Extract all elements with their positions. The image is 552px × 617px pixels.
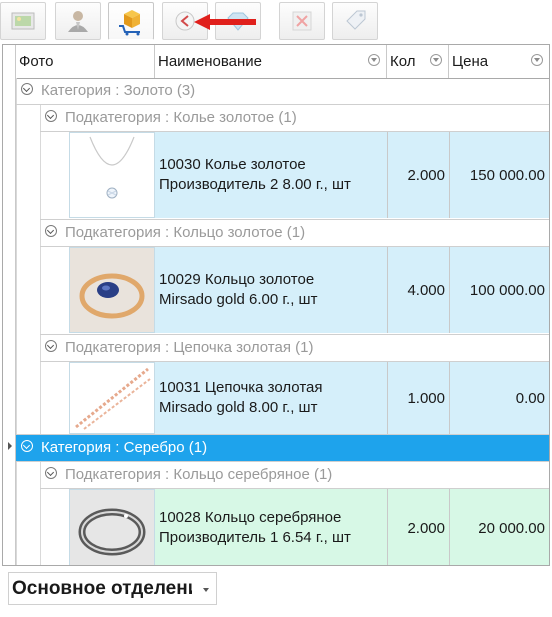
department-select[interactable]: Основное отделение [8, 572, 217, 605]
item-name-cell[interactable]: 10029 Кольцо золотое Mirsado gold 6.00 г… [155, 247, 387, 333]
item-price-cell[interactable]: 0.00 [449, 362, 549, 434]
column-qty-label: Кол [390, 53, 416, 70]
price-tag-button[interactable] [332, 2, 378, 40]
column-photo[interactable]: Фото [16, 45, 155, 78]
column-price-label: Цена [452, 53, 489, 70]
item-name-cell[interactable]: 10028 Кольцо серебряное Производитель 1 … [155, 489, 387, 565]
item-title: 10030 Колье золотое [159, 156, 306, 173]
chain-image [69, 362, 155, 434]
user-icon [68, 11, 88, 32]
collapse-icon[interactable] [45, 225, 57, 238]
subgroup-row[interactable]: Подкатегория : Кольцо серебряное (1) [45, 462, 332, 488]
grid-header: Фото Наименование Кол Цена [3, 45, 549, 79]
department-value: Основное отделение [12, 578, 192, 599]
delete-button[interactable] [279, 2, 325, 40]
item-name-cell[interactable]: 10030 Колье золотое Производитель 2 8.00… [155, 132, 387, 218]
header-indicator [3, 45, 16, 78]
subgroup-label: Подкатегория : Кольцо серебряное (1) [65, 466, 333, 483]
current-row-indicator-icon [8, 442, 12, 450]
item-qty: 2.000 [407, 519, 445, 537]
group-label: Категория : Серебро (1) [41, 439, 208, 456]
item-price-cell[interactable]: 150 000.00 [449, 132, 549, 218]
chevron-down-icon[interactable] [203, 588, 209, 592]
column-qty[interactable]: Кол [387, 45, 449, 78]
item-qty-cell[interactable]: 1.000 [387, 362, 449, 434]
group-label: Категория : Золото (3) [41, 82, 196, 99]
filter-icon[interactable] [531, 54, 543, 66]
item-details: Производитель 1 6.54 г., шт [159, 529, 351, 546]
subgroup-label: Подкатегория : Кольцо золотое (1) [65, 224, 306, 241]
item-qty-cell[interactable]: 4.000 [387, 247, 449, 333]
subgroup-label: Подкатегория : Колье золотое (1) [65, 109, 297, 126]
necklace-image [69, 132, 155, 218]
item-title: 10028 Кольцо серебряное [159, 509, 342, 526]
silver-ring-picture [70, 490, 154, 565]
item-qty-cell[interactable]: 2.000 [387, 489, 449, 565]
filter-icon[interactable] [430, 54, 442, 66]
item-price-cell[interactable]: 20 000.00 [449, 489, 549, 565]
delete-icon [292, 11, 312, 31]
group-row-gold[interactable]: Категория : Золото (3) [21, 78, 195, 104]
cart-box-button[interactable] [108, 2, 154, 40]
item-qty: 4.000 [407, 281, 445, 299]
item-qty: 1.000 [407, 389, 445, 407]
column-photo-label: Фото [19, 53, 54, 70]
gold-ring-picture [70, 248, 154, 332]
group-row-silver[interactable]: Категория : Серебро (1) [16, 435, 549, 461]
subgroup-row[interactable]: Подкатегория : Колье золотое (1) [45, 105, 297, 131]
subgroup-row[interactable]: Подкатегория : Цепочка золотая (1) [45, 335, 313, 361]
item-price: 0.00 [515, 389, 545, 407]
necklace-picture [89, 136, 135, 199]
gold-ring-image [69, 247, 155, 333]
column-name[interactable]: Наименование [155, 45, 387, 78]
item-name-cell[interactable]: 10031 Цепочка золотая Mirsado gold 8.00 … [155, 362, 387, 434]
cart-box-icon [119, 10, 140, 36]
item-title: 10031 Цепочка золотая [159, 379, 323, 396]
row-indicator-column [3, 78, 16, 565]
item-details: Mirsado gold 6.00 г., шт [159, 291, 318, 308]
item-qty-cell[interactable]: 2.000 [387, 132, 449, 218]
column-price[interactable]: Цена [449, 45, 549, 78]
collapse-icon[interactable] [45, 340, 57, 353]
image-button[interactable] [0, 2, 46, 40]
collapse-icon[interactable] [45, 467, 57, 480]
toolbar [0, 0, 552, 42]
item-qty: 2.000 [407, 166, 445, 184]
item-price-cell[interactable]: 100 000.00 [449, 247, 549, 333]
item-price: 150 000.00 [469, 166, 545, 184]
item-title: 10029 Кольцо золотое [159, 271, 315, 288]
item-price: 20 000.00 [478, 519, 545, 537]
silver-ring-image [69, 489, 155, 565]
collapse-icon[interactable] [45, 110, 57, 123]
collapse-icon[interactable] [21, 83, 33, 96]
item-details: Производитель 2 8.00 г., шт [159, 176, 351, 193]
item-details: Mirsado gold 8.00 г., шт [159, 399, 318, 416]
subgroup-label: Подкатегория : Цепочка золотая (1) [65, 339, 314, 356]
red-arrow-icon [194, 14, 256, 30]
filter-icon[interactable] [368, 54, 380, 66]
subgroup-row[interactable]: Подкатегория : Кольцо золотое (1) [45, 220, 305, 246]
price-tag-icon [346, 10, 366, 30]
collapse-icon[interactable] [21, 440, 33, 453]
image-icon [11, 12, 35, 30]
column-name-label: Наименование [158, 53, 262, 70]
products-grid: Фото Наименование Кол Цена Категория : З… [2, 44, 550, 566]
user-button[interactable] [55, 2, 101, 40]
chain-picture [75, 367, 151, 430]
item-price: 100 000.00 [469, 281, 545, 299]
